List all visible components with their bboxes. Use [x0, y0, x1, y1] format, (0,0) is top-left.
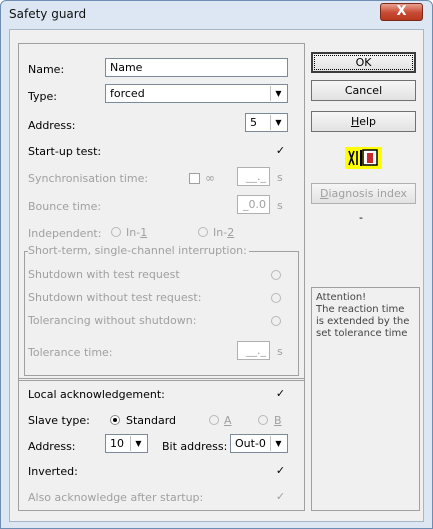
tolerancing-label: Tolerancing without shutdown: — [28, 314, 197, 327]
independent-in1-radio[interactable] — [111, 227, 121, 237]
short-term-legend: Short-term, single-channel interruption: — [28, 244, 249, 257]
tolerance-time-unit: s — [277, 345, 283, 358]
inverted-checkbox[interactable]: ✓ — [275, 465, 286, 477]
shutdown-without-test-label: Shutdown without test request: — [28, 291, 202, 304]
shutdown-without-test-radio[interactable] — [271, 293, 281, 303]
slave-type-b-radio[interactable] — [258, 415, 268, 425]
chevron-down-icon[interactable]: ▼ — [270, 436, 286, 451]
slave-type-standard-label: Standard — [126, 414, 177, 427]
independent-in2-radio[interactable] — [198, 227, 208, 237]
sync-time-label: Synchronisation time: — [28, 172, 149, 185]
address-label: Address: — [28, 119, 76, 132]
bounce-time-label: Bounce time: — [28, 200, 102, 213]
bit-address-select[interactable]: Out-0 ▼ — [230, 434, 288, 453]
bounce-time-unit: s — [277, 199, 283, 212]
close-button[interactable]: X — [380, 3, 423, 21]
name-label: Name: — [28, 63, 65, 76]
startup-test-checkbox[interactable]: ✓ — [275, 145, 286, 157]
local-ack-checkbox[interactable]: ✓ — [275, 388, 286, 400]
close-icon: X — [396, 4, 407, 19]
chevron-down-icon[interactable]: ▼ — [270, 86, 286, 101]
title-bar[interactable]: Safety guard X — [1, 1, 432, 28]
sync-time-input[interactable]: __._ — [237, 167, 270, 186]
sync-infinite-checkbox[interactable] — [189, 173, 200, 184]
safety-guard-icon — [345, 147, 382, 169]
also-ack-checkbox[interactable]: ✓ — [275, 491, 286, 503]
also-ack-label: Also acknowledge after startup: — [28, 491, 204, 504]
independent-in2-label: In-2 — [213, 226, 235, 239]
chevron-down-icon[interactable]: ▼ — [130, 436, 146, 451]
help-button[interactable]: Help — [311, 111, 416, 132]
type-select-value: forced — [110, 87, 145, 100]
ack-address-select-value: 10 — [110, 437, 124, 450]
slave-type-a-label: A — [224, 414, 232, 427]
inverted-label: Inverted: — [28, 465, 78, 478]
ok-button[interactable]: OK — [311, 52, 416, 73]
chevron-down-icon[interactable]: ▼ — [270, 115, 286, 130]
type-label: Type: — [28, 90, 57, 103]
address-select[interactable]: 5 ▼ — [245, 113, 288, 132]
shutdown-with-test-label: Shutdown with test request — [28, 268, 180, 281]
sync-time-unit: s — [277, 171, 283, 184]
infinity-icon: ∞ — [205, 171, 215, 185]
bit-address-select-value: Out-0 — [235, 437, 266, 450]
slave-type-label: Slave type: — [28, 414, 90, 427]
dialog-window: Safety guard X Name: Name Type: forced ▼… — [0, 0, 433, 529]
type-select[interactable]: forced ▼ — [105, 84, 288, 103]
slave-type-b-label: B — [274, 414, 282, 427]
address-select-value: 5 — [250, 116, 257, 129]
ack-address-select[interactable]: 10 ▼ — [105, 434, 148, 453]
diagnosis-index-button[interactable]: Diagnosis index — [311, 183, 416, 204]
window-title: Safety guard — [9, 7, 87, 21]
tolerance-time-label: Tolerance time: — [28, 346, 113, 359]
shutdown-with-test-radio[interactable] — [271, 270, 281, 280]
bounce-time-input[interactable]: _0.0 — [237, 195, 270, 214]
ack-address-label: Address: — [28, 440, 76, 453]
slave-type-standard-radio[interactable] — [110, 415, 120, 425]
slave-type-a-radio[interactable] — [209, 415, 219, 425]
independent-in1-label: In-1 — [126, 226, 148, 239]
dialog-client: Name: Name Type: forced ▼ Address: 5 ▼ S… — [9, 29, 424, 522]
startup-test-label: Start-up test: — [28, 145, 102, 158]
attention-note: Attention! The reaction time is extended… — [316, 292, 410, 339]
diagnosis-index-value: - — [359, 211, 363, 224]
tolerance-time-input[interactable]: __._ — [237, 341, 270, 360]
bit-address-label: Bit address: — [162, 440, 228, 453]
tolerancing-radio[interactable] — [271, 316, 281, 326]
cancel-button[interactable]: Cancel — [311, 80, 416, 101]
name-input[interactable]: Name — [105, 58, 288, 77]
independent-label: Independent: — [28, 227, 102, 240]
local-ack-label: Local acknowledgement: — [28, 388, 165, 401]
